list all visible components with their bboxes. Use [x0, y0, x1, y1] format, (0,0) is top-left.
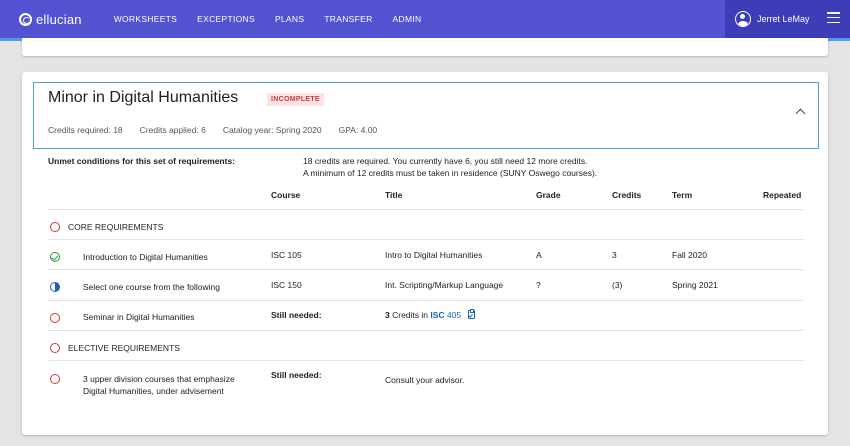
advisor-note: Consult your advisor.	[385, 375, 465, 385]
requirement-label-upper-division: 3 upper division courses that emphasize …	[83, 373, 235, 397]
course-subject-link[interactable]: ISC	[430, 310, 444, 320]
requirement-not-met-icon	[50, 374, 60, 384]
course-term: Fall 2020	[672, 250, 707, 260]
user-avatar-icon	[735, 11, 751, 27]
row-divider	[48, 300, 803, 301]
credits-required: Credits required: 18	[48, 125, 123, 135]
course-code[interactable]: ISC 105	[271, 250, 302, 260]
row-divider	[48, 239, 803, 240]
ellucian-logo-icon	[19, 12, 32, 26]
requirement-not-met-icon	[50, 313, 60, 323]
row-divider	[48, 360, 803, 361]
catalog-year: Catalog year: Spring 2020	[222, 125, 322, 135]
block-meta: Credits required: 18 Credits applied: 6 …	[48, 125, 394, 135]
column-header-grade: Grade	[536, 190, 561, 200]
clipboard-check-icon[interactable]	[467, 308, 475, 319]
status-badge: INCOMPLETE	[267, 93, 324, 106]
column-header-credits: Credits	[612, 190, 642, 200]
requirement-label-intro: Introduction to Digital Humanities	[83, 252, 208, 262]
requirement-label-line: Digital Humanities, under advisement	[83, 386, 224, 396]
requirement-label-line: 3 upper division courses that emphasize	[83, 374, 235, 384]
collapse-chevron-up-icon[interactable]	[795, 108, 806, 119]
requirement-block-card: Minor in Digital Humanities INCOMPLETE C…	[22, 72, 828, 435]
nav-transfer[interactable]: TRANSFER	[324, 14, 372, 24]
nav-exceptions[interactable]: EXCEPTIONS	[197, 14, 255, 24]
unmet-conditions-text: 18 credits are required. You currently h…	[303, 155, 597, 179]
course-term: Spring 2021	[672, 280, 718, 290]
requirement-complete-check-icon	[50, 252, 60, 262]
gpa: GPA: 4.00	[338, 125, 378, 135]
course-credits: 3	[612, 250, 617, 260]
nav-links: WORKSHEETS EXCEPTIONS PLANS TRANSFER ADM…	[114, 14, 442, 24]
block-title: Minor in Digital Humanities	[48, 89, 239, 106]
column-header-repeated: Repeated	[763, 190, 802, 200]
course-code[interactable]: ISC 150	[271, 280, 302, 290]
requirement-label-select: Select one course from the following	[83, 282, 221, 292]
column-header-term: Term	[672, 190, 693, 200]
course-title: Int. Scripting/Markup Language	[385, 280, 504, 290]
user-menu[interactable]: Jerret LeMay	[725, 0, 850, 38]
ellucian-logo[interactable]: ellucian	[19, 12, 82, 27]
needed-credit-count: 3	[385, 310, 390, 320]
block-header[interactable]: Minor in Digital Humanities INCOMPLETE C…	[33, 82, 819, 149]
column-header-title: Title	[385, 190, 403, 200]
nav-admin[interactable]: ADMIN	[393, 14, 422, 24]
row-divider	[48, 330, 803, 331]
hamburger-menu-icon[interactable]	[827, 12, 840, 24]
needed-credits-text: Credits in	[392, 310, 429, 320]
nav-worksheets[interactable]: WORKSHEETS	[114, 14, 177, 24]
user-name: Jerret LeMay	[757, 14, 810, 24]
credits-applied: Credits applied: 6	[139, 125, 206, 135]
still-needed-label: Still needed:	[271, 370, 322, 380]
unmet-conditions-label: Unmet conditions for this set of require…	[48, 156, 236, 166]
course-number-link[interactable]: 405	[447, 310, 461, 320]
course-grade: ?	[536, 280, 541, 290]
brand-name: ellucian	[36, 11, 82, 27]
nav-plans[interactable]: PLANS	[275, 14, 304, 24]
requirement-in-progress-icon	[50, 282, 60, 292]
still-needed-detail: 3 Credits in ISC 405	[385, 308, 475, 320]
section-elective-requirements: ELECTIVE REQUIREMENTS	[68, 343, 180, 353]
unmet-condition-1: 18 credits are required. You currently h…	[303, 156, 588, 166]
previous-block-card	[22, 38, 828, 56]
requirement-label-seminar: Seminar in Digital Humanities	[83, 312, 195, 322]
row-divider	[48, 269, 803, 270]
row-divider	[48, 209, 803, 210]
section-core-requirements: CORE REQUIREMENTS	[68, 222, 164, 232]
still-needed-label: Still needed:	[271, 310, 322, 320]
requirement-not-met-icon	[50, 343, 60, 353]
course-title: Intro to Digital Humanities	[385, 250, 483, 260]
requirement-not-met-icon	[50, 222, 60, 232]
course-credits: (3)	[612, 280, 623, 290]
unmet-condition-2: A minimum of 12 credits must be taken in…	[303, 168, 598, 178]
top-nav: ellucian WORKSHEETS EXCEPTIONS PLANS TRA…	[0, 0, 850, 38]
course-grade: A	[536, 250, 542, 260]
column-header-course: Course	[271, 190, 301, 200]
